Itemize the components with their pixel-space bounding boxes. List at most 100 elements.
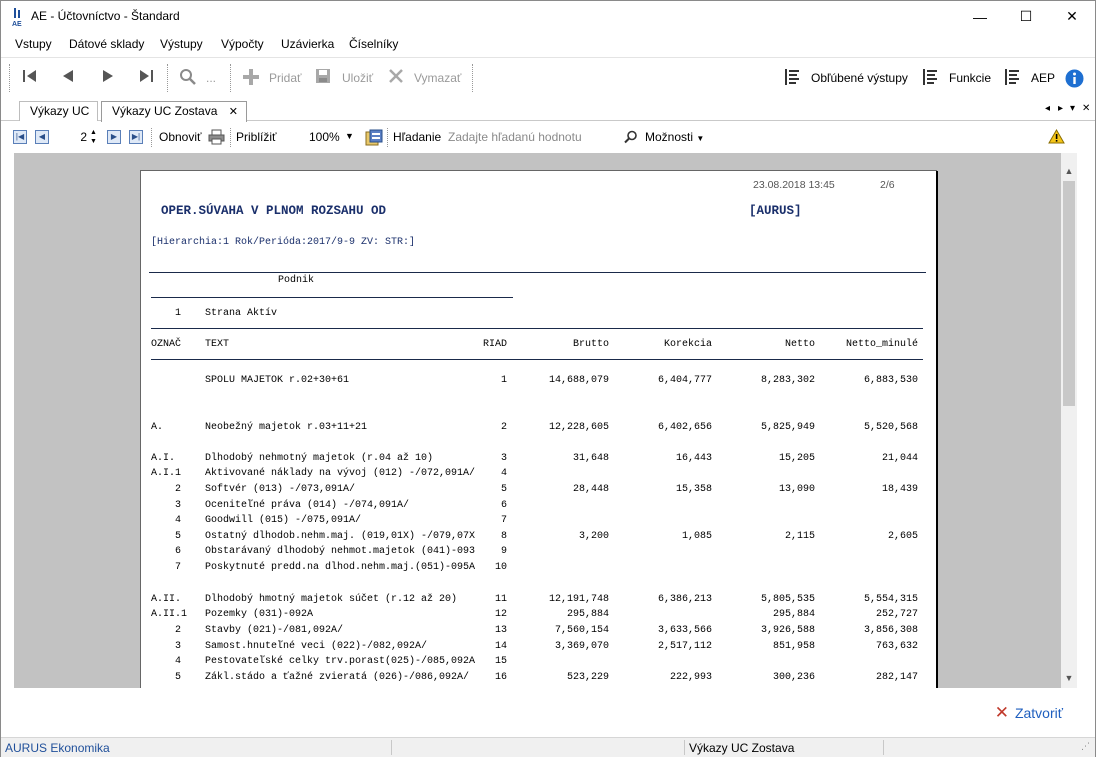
cell-korekcia: 6,386,213 — [657, 594, 712, 605]
status-bar: AURUS Ekonomika Výkazy UC Zostava ⋰ — [1, 737, 1095, 757]
cell-korekcia: 222,993 — [669, 672, 712, 683]
report-timestamp: 23.08.2018 13:45 — [753, 179, 835, 191]
last-page-button[interactable]: ▶| — [129, 130, 143, 144]
divider — [149, 272, 926, 273]
cell-netto: 3,926,588 — [760, 625, 815, 636]
printer-icon — [208, 129, 225, 145]
scroll-down-icon[interactable]: ▼ — [1061, 670, 1077, 686]
cell-riad: 13 — [494, 625, 507, 636]
print-button[interactable] — [208, 129, 225, 148]
maximize-button[interactable]: ☐ — [1003, 1, 1049, 32]
cell-oznac: A.I.1 — [151, 468, 182, 479]
cell-riad: 2 — [500, 422, 507, 433]
cell-brutto: 28,448 — [572, 484, 609, 495]
zoom-select[interactable]: 100% ▼ — [281, 127, 355, 147]
menu-vstupy[interactable]: Vstupy — [15, 37, 52, 51]
cell-riad: 16 — [494, 672, 507, 683]
plus-icon — [242, 68, 260, 91]
app-logo-icon: AE — [11, 7, 25, 28]
cell-netto: 5,825,949 — [760, 422, 815, 433]
column-header-brutto: Brutto — [572, 339, 609, 350]
next-page-button[interactable]: ▶ — [107, 130, 121, 144]
search-input[interactable] — [445, 127, 617, 147]
cell-brutto: 3,200 — [578, 531, 609, 542]
previous-record-button[interactable] — [60, 68, 76, 89]
cell-netto-minule: 5,520,568 — [863, 422, 918, 433]
previous-icon — [63, 70, 73, 82]
list-icon — [785, 69, 799, 85]
status-app-name: AURUS Ekonomika — [5, 741, 110, 755]
next-record-button[interactable] — [100, 68, 116, 89]
status-current-view: Výkazy UC Zostava — [689, 741, 795, 755]
delete-x-icon — [388, 68, 404, 89]
menu-bar: Vstupy Dátové sklady Výstupy Výpočty Uzá… — [1, 32, 1095, 56]
scroll-up-icon[interactable]: ▲ — [1061, 163, 1077, 179]
first-record-button[interactable] — [21, 68, 39, 89]
toolbar-separator — [167, 64, 168, 92]
cell-netto: 5,805,535 — [760, 594, 815, 605]
cell-oznac: A.II.1 — [151, 609, 188, 620]
tab-close-icon[interactable]: ✕ — [229, 106, 238, 118]
tab-strip: Výkazy UC Výkazy UC Zostava ✕ ◂ ▸ ▾ ✕ — [1, 98, 1095, 122]
page-number-input[interactable] — [55, 127, 87, 147]
spinner-down-icon[interactable]: ▼ — [89, 137, 98, 146]
report-title: OPER.SÚVAHA V PLNOM ROZSAHU OD — [161, 204, 387, 218]
refresh-button[interactable]: Obnoviť — [159, 130, 202, 144]
options-label: Možnosti — [645, 130, 694, 144]
cell-riad: 10 — [494, 562, 507, 573]
column-header-text: TEXT — [205, 339, 230, 350]
cell-riad: 15 — [494, 656, 507, 667]
warning-button[interactable] — [1048, 128, 1065, 147]
menu-vystupy[interactable]: Výstupy — [160, 37, 203, 51]
column-header-korekcia: Korekcia — [663, 339, 712, 350]
menu-datove-sklady[interactable]: Dátové sklady — [69, 37, 144, 51]
tab-scroll-left-icon[interactable]: ◂ — [1045, 103, 1050, 114]
status-separator — [391, 740, 392, 755]
menu-uzavierka[interactable]: Uzávierka — [281, 37, 334, 51]
page-spinner[interactable]: ▲ ▼ — [89, 128, 98, 146]
logo-text: AE — [12, 21, 22, 27]
cell-netto: 300,236 — [772, 672, 815, 683]
first-page-button[interactable]: |◀ — [13, 130, 27, 144]
window-title: AE - Účtovníctvo - Štandard — [31, 9, 180, 23]
cell-brutto: 523,229 — [566, 672, 609, 683]
tab-scroll-right-icon[interactable]: ▸ — [1058, 103, 1063, 114]
last-record-button[interactable] — [137, 68, 155, 89]
cell-korekcia: 16,443 — [675, 453, 712, 464]
cell-riad: 12 — [494, 609, 507, 620]
spinner-up-icon[interactable]: ▲ — [89, 128, 98, 137]
cell-riad: 9 — [500, 546, 507, 557]
menu-vypocty[interactable]: Výpočty — [221, 37, 264, 51]
scrollbar-thumb[interactable] — [1063, 181, 1075, 406]
cell-brutto: 31,648 — [572, 453, 609, 464]
cell-brutto: 295,884 — [566, 609, 609, 620]
close-window-button[interactable]: ✕ — [1049, 1, 1095, 32]
cell-netto: 8,283,302 — [760, 375, 815, 386]
options-dropdown[interactable]: Možnosti ▼ — [645, 130, 704, 144]
favorite-outputs-label: Obľúbené výstupy — [811, 71, 908, 85]
minimize-button[interactable]: — — [957, 1, 1003, 32]
cell-netto: 295,884 — [772, 609, 815, 620]
zoom-value: 100% — [309, 130, 340, 144]
menu-ciselniky[interactable]: Číselníky — [349, 37, 398, 51]
column-header-netto: Netto — [784, 339, 815, 350]
close-report-button[interactable]: ✕ Zatvoriť — [995, 703, 1063, 723]
previous-page-button[interactable]: ◀ — [35, 130, 49, 144]
tab-list-dropdown-icon[interactable]: ▾ — [1070, 103, 1075, 114]
tab-vykazy-uc-zostava[interactable]: Výkazy UC Zostava ✕ — [101, 101, 247, 122]
divider — [151, 297, 513, 298]
find-button[interactable] — [179, 68, 197, 91]
tab-label: Výkazy UC Zostava — [112, 104, 218, 118]
next-icon — [103, 70, 113, 82]
tab-close-all-icon[interactable]: ✕ — [1082, 103, 1090, 114]
resize-grip-icon[interactable]: ⋰ — [1081, 741, 1090, 752]
info-button[interactable] — [1065, 69, 1084, 91]
cell-netto-minule: 21,044 — [881, 453, 918, 464]
tab-vykazy-uc[interactable]: Výkazy UC — [19, 101, 99, 121]
export-button[interactable] — [365, 129, 383, 149]
cell-korekcia: 6,404,777 — [657, 375, 712, 386]
cell-korekcia: 1,085 — [681, 531, 712, 542]
search-button[interactable] — [624, 130, 638, 147]
vertical-scrollbar[interactable]: ▲ ▼ — [1061, 153, 1077, 688]
first-page-icon: |◀ — [15, 132, 25, 141]
